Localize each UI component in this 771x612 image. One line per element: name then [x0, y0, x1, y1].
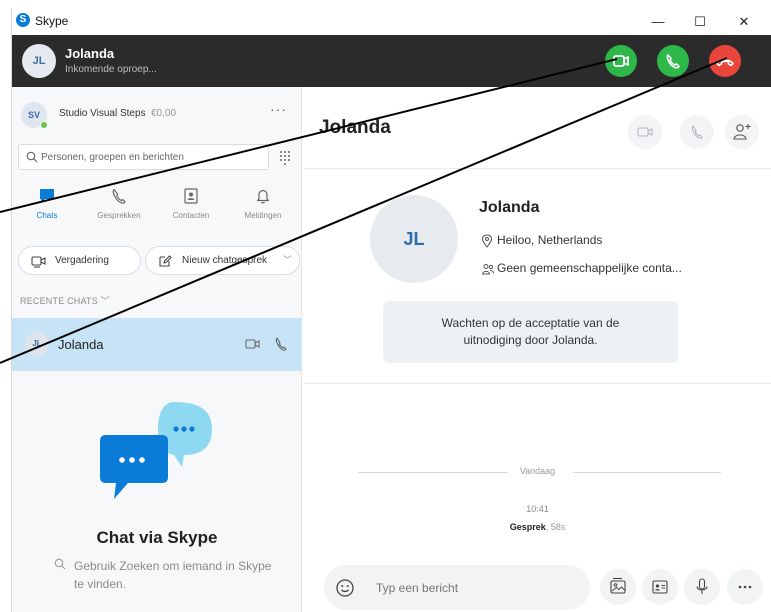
message-time: 10:41	[526, 504, 549, 514]
message-composer[interactable]	[324, 565, 590, 610]
chat-icon	[40, 189, 54, 203]
own-profile[interactable]: SV Studio Visual Steps €0,00 ···	[12, 87, 302, 137]
compose-icon	[159, 255, 172, 267]
contact-avatar[interactable]: JL	[370, 195, 458, 283]
send-contact-button[interactable]	[642, 569, 678, 605]
search-input[interactable]	[41, 149, 261, 165]
dialpad-icon[interactable]	[274, 144, 296, 170]
skype-window: S Skype — ☐ ✕ JL Jolanda Inkomende oproe…	[11, 8, 771, 612]
search-icon	[26, 151, 38, 163]
more-actions-button[interactable]	[727, 569, 763, 605]
media-gallery-button[interactable]	[600, 569, 636, 605]
sidebar: SV Studio Visual Steps €0,00 ··· Persone…	[12, 87, 302, 612]
call-duration: , 58s	[545, 522, 566, 532]
tab-chats-label: Chats	[36, 211, 58, 220]
contact-location-text: Heiloo, Netherlands	[497, 233, 603, 247]
meeting-icon	[31, 256, 46, 268]
video-camera-icon	[613, 55, 629, 67]
ellipsis-icon	[738, 585, 752, 589]
day-label-text: Vandaag	[513, 466, 562, 476]
online-status-dot	[40, 121, 48, 129]
skype-logo-icon: S	[16, 13, 30, 27]
add-person-icon	[733, 124, 751, 140]
location-pin-icon	[481, 234, 493, 248]
recent-chats-header[interactable]: RECENTE CHATS ﹀	[20, 294, 110, 307]
tab-notifications-label: Meldingen	[244, 211, 282, 220]
empty-state-description: Gebruik Zoeken om iemand in Skype te vin…	[54, 557, 274, 593]
chat-avatar: JL	[25, 332, 49, 356]
microphone-icon	[696, 578, 708, 594]
chat-name: Jolanda	[58, 337, 104, 352]
empty-state-title: Chat via Skype	[96, 528, 218, 547]
nav-tabs: Chats Gesprekken Contacten Meldingen	[12, 185, 302, 230]
hang-up-icon	[716, 59, 734, 67]
meeting-label: Vergadering	[55, 255, 109, 266]
close-button[interactable]: ✕	[724, 8, 764, 35]
conversation-pane: Jolanda JL Jolanda Heiloo, Netherlands G…	[303, 87, 771, 612]
call-message-type: Gesprek	[509, 522, 546, 532]
screenshot-page: S Skype — ☐ ✕ JL Jolanda Inkomende oproe…	[0, 0, 771, 612]
accept-video-button[interactable]	[605, 45, 637, 77]
emoji-icon[interactable]	[334, 577, 356, 599]
message-input[interactable]	[376, 579, 576, 596]
audio-call-icon[interactable]	[274, 336, 288, 352]
notice-line-1: Wachten op de acceptatie van de	[441, 316, 620, 330]
mutual-contacts: Geen gemeenschappelijke conta...	[481, 261, 682, 275]
header-video-call-button[interactable]	[628, 115, 662, 149]
accept-audio-button[interactable]	[657, 45, 689, 77]
chat-list-item[interactable]: JL Jolanda	[12, 318, 302, 371]
mutual-contacts-text: Geen gemeenschappelijke conta...	[497, 261, 682, 275]
bell-icon	[256, 189, 270, 204]
add-people-button[interactable]	[725, 115, 759, 149]
own-name[interactable]: Studio Visual Steps	[59, 108, 146, 119]
phone-icon	[112, 188, 126, 204]
contact-card-icon	[652, 580, 668, 594]
video-camera-icon	[637, 127, 653, 137]
call-status: Inkomende oproep...	[65, 64, 157, 75]
notice-line-2: uitnodiging door Jolanda.	[463, 333, 598, 347]
people-icon	[481, 264, 495, 275]
tab-calls[interactable]: Gesprekken	[84, 185, 154, 230]
chevron-down-icon[interactable]: ﹀	[283, 247, 292, 274]
new-chat-button[interactable]: Nieuw chatgesprek ﹀	[145, 246, 300, 275]
new-chat-label: Nieuw chatgesprek	[182, 255, 268, 266]
tab-contacts-label: Contacten	[172, 211, 210, 220]
conversation-header: Jolanda	[303, 87, 771, 169]
conversation-title[interactable]: Jolanda	[319, 117, 391, 139]
caller-name: Jolanda	[65, 46, 115, 61]
day-label: Vandaag	[303, 466, 771, 476]
minimize-button[interactable]: —	[638, 8, 678, 35]
tab-calls-label: Gesprekken	[97, 211, 141, 220]
decline-call-button[interactable]	[709, 45, 741, 77]
section-divider	[303, 383, 771, 384]
tab-contacts[interactable]: Contacten	[156, 185, 226, 230]
contact-location: Heiloo, Netherlands	[481, 233, 603, 248]
phone-icon	[691, 125, 703, 139]
voice-message-button[interactable]	[684, 569, 720, 605]
title-bar: S Skype — ☐ ✕	[12, 8, 771, 35]
phone-icon	[666, 54, 680, 69]
caller-avatar: JL	[22, 44, 56, 78]
invitation-pending-notice: Wachten op de acceptatie van de uitnodig…	[383, 301, 678, 363]
maximize-button[interactable]: ☐	[680, 8, 720, 35]
call-message[interactable]: Gesprek, 58s	[303, 522, 771, 532]
search-box[interactable]	[18, 144, 269, 170]
meeting-button[interactable]: Vergadering	[18, 246, 141, 275]
incoming-call-bar: JL Jolanda Inkomende oproep...	[12, 35, 771, 87]
contact-name[interactable]: Jolanda	[479, 199, 539, 217]
skype-credit: €0,00	[151, 108, 177, 119]
header-audio-call-button[interactable]	[680, 115, 714, 149]
video-call-icon[interactable]	[245, 338, 261, 350]
more-options-button[interactable]: ···	[270, 101, 287, 117]
empty-state-text: Gebruik Zoeken om iemand in Skype te vin…	[74, 559, 272, 591]
tab-chats[interactable]: Chats	[12, 185, 82, 230]
window-title: Skype	[35, 14, 69, 28]
chat-illustration	[100, 402, 212, 499]
search-icon	[54, 558, 66, 570]
media-icon	[610, 577, 626, 594]
contacts-icon	[184, 188, 198, 204]
tab-notifications[interactable]: Meldingen	[228, 185, 298, 230]
